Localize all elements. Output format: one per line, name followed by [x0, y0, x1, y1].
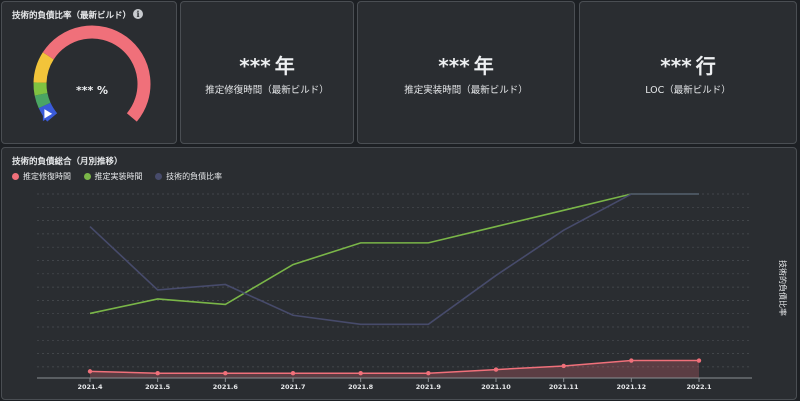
series-point-repair[interactable]: [696, 358, 702, 363]
loc-value: *** 行: [660, 54, 716, 78]
repair-time-panel: *** 年 推定修復時間（最新ビルド）: [180, 1, 354, 144]
series-point-repair[interactable]: [493, 367, 499, 372]
x-tick-label: 2021.11: [549, 383, 579, 391]
loc-panel: *** 行 LOC（最新ビルド）: [579, 1, 797, 144]
repair-time-label: 推定修復時間（最新ビルド）: [205, 85, 329, 96]
x-tick-label: 2021.7: [280, 383, 305, 391]
implementation-time-value: *** 年: [438, 54, 494, 78]
series-point-repair[interactable]: [290, 370, 296, 376]
gauge-value: *** %: [75, 84, 109, 97]
gauge-segment: [42, 25, 151, 122]
implementation-time-panel: *** 年 推定実装時間（最新ビルド）: [357, 1, 575, 144]
x-tick-label: 2021.10: [481, 383, 511, 391]
x-tick-label: 2021.12: [617, 383, 647, 391]
x-tick-label: 2022.1: [686, 383, 712, 391]
series-point-repair[interactable]: [561, 363, 566, 369]
series-line-ratio: [89, 193, 699, 326]
right-axis-label: 技術的負債比率: [778, 260, 788, 316]
debt-ratio-gauge-panel: 技術的負債比率（最新ビルド） i *** %: [1, 1, 177, 144]
gauge-segment: [33, 52, 54, 84]
gauge-segment: [34, 92, 51, 109]
x-tick-label: 2021.6: [213, 383, 239, 391]
series-point-repair[interactable]: [629, 358, 634, 363]
series-point-repair[interactable]: [223, 370, 228, 376]
loc-label: LOC（最新ビルド）: [645, 85, 731, 96]
x-tick-label: 2021.5: [145, 383, 171, 391]
series-line-implementation: [89, 193, 699, 315]
x-tick-label: 2021.8: [348, 383, 374, 391]
implementation-time-label: 推定実装時間（最新ビルド）: [404, 85, 528, 96]
series-point-repair[interactable]: [87, 369, 93, 374]
debt-trend-chart: 2021.4 2021.5 2021.6 2021.7 2021.8 2021.9 2021…: [37, 193, 788, 391]
gauge-segment: [33, 82, 48, 96]
repair-time-value: *** 年: [239, 54, 295, 78]
series-point-repair[interactable]: [155, 370, 160, 376]
debt-trend-panel: 技術的負債総合（月別推移） 推定修復時間 推定実装時間 技術的負債比率 2021…: [1, 147, 797, 400]
x-tick-label: 2021.4: [77, 383, 103, 391]
series-point-repair[interactable]: [426, 370, 431, 376]
x-tick-label: 2021.9: [416, 383, 442, 391]
gauge-chart: [33, 25, 151, 122]
series-point-repair[interactable]: [358, 370, 363, 376]
